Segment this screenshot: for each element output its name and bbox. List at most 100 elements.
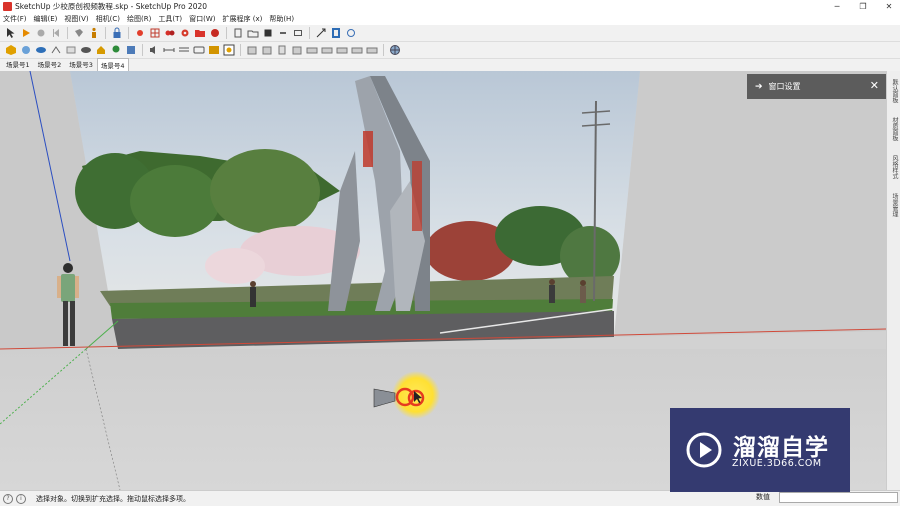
bottom-view-button[interactable] (335, 43, 349, 57)
warehouse-button[interactable] (208, 26, 222, 40)
open-button[interactable] (246, 26, 260, 40)
info-icon[interactable]: i (16, 493, 26, 504)
cut-button[interactable] (276, 26, 290, 40)
orbit-button[interactable] (72, 26, 86, 40)
print-button[interactable] (110, 26, 124, 40)
menu-view[interactable]: 视图(V) (64, 14, 88, 24)
document-icon (234, 28, 242, 38)
hidden-line-button[interactable] (64, 43, 78, 57)
toolbar-separator (105, 27, 106, 39)
photo-match-button[interactable] (207, 43, 221, 57)
right-billboard-side (614, 71, 886, 337)
section-button[interactable] (148, 26, 162, 40)
monochrome-button[interactable] (109, 43, 123, 57)
wireframe-icon (51, 46, 61, 54)
previous-scene-button[interactable] (49, 26, 63, 40)
save-icon (264, 29, 272, 37)
view-icon (278, 45, 286, 55)
help-icon[interactable]: ? (3, 493, 13, 504)
back-view-button[interactable] (290, 43, 304, 57)
menu-camera[interactable]: 相机(C) (96, 14, 120, 24)
rail-tab-materials[interactable]: 材质面板 (889, 117, 899, 141)
left-view-button[interactable] (305, 43, 319, 57)
menu-bar: 文件(F) 编辑(E) 视图(V) 相机(C) 绘图(R) 工具(T) 窗口(W… (0, 13, 900, 25)
measurements-input[interactable] (779, 492, 898, 503)
close-icon[interactable]: ✕ (870, 79, 879, 93)
component-button[interactable] (178, 26, 192, 40)
toolbar-separator (309, 27, 310, 39)
right-view-button[interactable] (275, 43, 289, 57)
menu-help[interactable]: 帮助(H) (269, 14, 294, 24)
close-icon[interactable]: ✕ (884, 2, 894, 12)
hidden-line-icon (66, 46, 76, 54)
orbit-icon (75, 29, 83, 37)
shadow-button[interactable] (133, 26, 147, 40)
toolbar-separator (383, 44, 384, 56)
expand-arrow-icon[interactable]: ➔ (755, 82, 763, 92)
menu-draw[interactable]: 绘图(R) (127, 14, 151, 24)
tab-scene-2[interactable]: 场景号2 (34, 57, 66, 71)
play-button[interactable] (19, 26, 33, 40)
tower-icon (332, 28, 340, 38)
textured-button[interactable] (94, 43, 108, 57)
view-icon (262, 46, 272, 55)
zoom-extents-button[interactable] (314, 26, 328, 40)
shaded-button[interactable] (79, 43, 93, 57)
walk-button[interactable] (87, 26, 101, 40)
rail-tab-default[interactable]: 默认面板 (889, 79, 899, 103)
sun-settings-icon (223, 44, 235, 56)
measurements-label: 数值 (756, 493, 770, 501)
expand-icon (316, 28, 326, 38)
sound-button[interactable] (147, 43, 161, 57)
sun-settings-button[interactable] (222, 43, 236, 57)
wireframe-button[interactable] (49, 43, 63, 57)
xray-button[interactable] (19, 43, 33, 57)
style-icon (127, 46, 135, 54)
menu-tools[interactable]: 工具(T) (158, 14, 182, 24)
cut-icon (280, 32, 286, 34)
label-button[interactable] (192, 43, 206, 57)
minimize-icon[interactable]: ─ (832, 2, 842, 12)
paint-bucket-icon (165, 30, 175, 36)
rail-tab-styles[interactable]: 风格样式 (889, 155, 899, 179)
tab-scene-3[interactable]: 场景号3 (65, 57, 97, 71)
front-view-button[interactable] (245, 43, 259, 57)
tab-scene-4[interactable]: 场景号4 (96, 58, 129, 71)
menu-window[interactable]: 窗口(W) (189, 14, 215, 24)
document-button[interactable] (231, 26, 245, 40)
view-icon (351, 47, 363, 54)
layout-button[interactable] (365, 43, 379, 57)
restore-icon[interactable]: ❐ (858, 2, 868, 12)
menu-extensions[interactable]: 扩展程序 (x) (222, 14, 262, 24)
erase-button[interactable] (291, 26, 305, 40)
rail-tab-scenes[interactable]: 场景管理 (889, 193, 899, 217)
scene-tabs: 场景号1 场景号2 场景号3 场景号4 (0, 57, 900, 71)
select-tool-button[interactable] (4, 26, 18, 40)
photo-icon (209, 46, 219, 54)
iso-view-button[interactable] (320, 43, 334, 57)
watermark-url: ZIXUE.3D66.COM (732, 458, 822, 469)
sandbox-button[interactable] (329, 26, 343, 40)
view-icon (292, 46, 302, 55)
person-icon (92, 27, 96, 38)
back-edges-button[interactable] (34, 43, 48, 57)
geo-location-button[interactable] (388, 43, 402, 57)
stop-button[interactable] (34, 26, 48, 40)
edges-icon (36, 47, 46, 53)
menu-edit[interactable]: 编辑(E) (34, 14, 58, 24)
paint-button[interactable] (163, 26, 177, 40)
globe-icon (390, 45, 400, 55)
tree-icon (112, 45, 120, 53)
solid-tools-button[interactable] (4, 43, 18, 57)
dimension-button[interactable] (162, 43, 176, 57)
text-button[interactable] (177, 43, 191, 57)
top-view-button[interactable] (260, 43, 274, 57)
right-tray-rail: 默认面板 材质面板 风格样式 场景管理 (886, 71, 900, 490)
menu-file[interactable]: 文件(F) (3, 14, 27, 24)
perspective-button[interactable] (350, 43, 364, 57)
style-button[interactable] (124, 43, 138, 57)
material-button[interactable] (193, 26, 207, 40)
tab-scene-1[interactable]: 场景号1 (2, 57, 34, 71)
save-button[interactable] (261, 26, 275, 40)
settings-button[interactable] (344, 26, 358, 40)
